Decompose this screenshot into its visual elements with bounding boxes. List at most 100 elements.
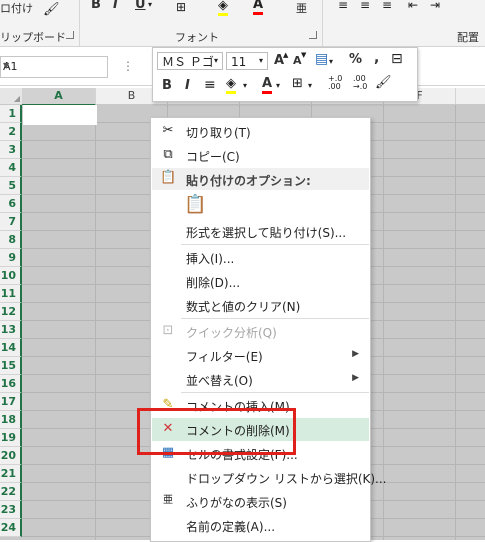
row-header-20[interactable]: 20: [0, 447, 22, 465]
row-header-22[interactable]: 22: [0, 483, 22, 501]
menu-item-delete[interactable]: 削除(D)...: [152, 270, 369, 293]
row-header-12[interactable]: 12: [0, 303, 22, 321]
increase-indent-icon[interactable]: ⇥: [430, 0, 440, 12]
menu-item-show-phonetic[interactable]: 亜 ふりがなの表示(S): [152, 490, 369, 513]
row-header-19[interactable]: 19: [0, 429, 22, 447]
menu-item-label: ふりがなの表示(S): [186, 496, 287, 510]
row-header-10[interactable]: 10: [0, 267, 22, 285]
fill-dropdown-icon[interactable]: ▾: [243, 81, 247, 90]
row-header-2[interactable]: 2: [0, 123, 22, 141]
menu-item-label: 並べ替え(O): [186, 374, 253, 388]
row-header-17[interactable]: 17: [0, 393, 22, 411]
row-header-14[interactable]: 14: [0, 339, 22, 357]
chevron-down-icon[interactable]: ▼: [3, 61, 103, 70]
fill-color-icon[interactable]: ◈: [226, 76, 236, 94]
phonetic-icon: 亜: [163, 495, 173, 506]
menu-item-sort[interactable]: 並べ替え(O) ▶: [152, 368, 369, 391]
row-header-5[interactable]: 5: [0, 177, 22, 195]
menu-item-filter[interactable]: フィルター(E) ▶: [152, 344, 369, 367]
menu-item-label: 削除(D)...: [186, 276, 241, 290]
menu-separator: [181, 318, 369, 319]
menu-item-define-name[interactable]: 名前の定義(A)...: [152, 514, 369, 537]
paste-options-header: 📋 貼り付けのオプション:: [152, 168, 369, 190]
fill-color-icon[interactable]: ◈: [218, 0, 228, 16]
percent-button[interactable]: %: [349, 52, 362, 67]
row-header-3[interactable]: 3: [0, 141, 22, 159]
menu-separator: [181, 392, 369, 393]
row-header-7[interactable]: 7: [0, 213, 22, 231]
font-color-dropdown-icon[interactable]: ▾: [276, 81, 280, 90]
menu-item-quick-analysis[interactable]: ⊡ クイック分析(Q): [152, 320, 369, 343]
menu-item-label: コピー(C): [186, 150, 240, 164]
italic-button[interactable]: I: [113, 0, 118, 12]
copy-icon: ⧉: [163, 147, 173, 162]
menu-item-label: 形式を選択して貼り付け(S)...: [186, 226, 347, 240]
more-options-icon[interactable]: ⋮: [122, 59, 134, 73]
name-box[interactable]: A1 ▼: [0, 56, 108, 78]
phonetic-icon[interactable]: 亜: [296, 0, 307, 16]
column-header-a[interactable]: A: [22, 88, 96, 106]
border-icon[interactable]: ⊞: [176, 0, 186, 14]
row-header-8[interactable]: 8: [0, 231, 22, 249]
font-group-label: フォント: [175, 31, 219, 44]
clipboard-group-label: リップボード: [0, 31, 66, 44]
paste-label[interactable]: ロ付け: [0, 0, 33, 16]
select-all-button[interactable]: ◢: [0, 88, 22, 104]
menu-item-label: 挿入(I)...: [186, 252, 235, 266]
row-header-23[interactable]: 23: [0, 501, 22, 519]
font-name-dropdown-icon[interactable]: ▾: [214, 56, 218, 65]
row-header-6[interactable]: 6: [0, 195, 22, 213]
bold-button[interactable]: B: [91, 0, 101, 12]
decrease-decimal-icon[interactable]: .00 →.0: [353, 75, 367, 91]
menu-item-pick-from-list[interactable]: ドロップダウン リストから選択(K)...: [152, 466, 387, 489]
menu-item-label: 数式と値のクリア(N): [186, 300, 301, 314]
align-center-icon[interactable]: ≡: [360, 0, 370, 12]
alignment-group-label: 配置: [457, 31, 479, 44]
number-format-dropdown-icon[interactable]: ▾: [329, 57, 333, 66]
border-icon[interactable]: ⊞: [292, 76, 303, 91]
font-color-icon[interactable]: A: [253, 0, 264, 15]
row-header-21[interactable]: 21: [0, 465, 22, 483]
row-header-11[interactable]: 11: [0, 285, 22, 303]
ribbon: ロ付け 🖌 リップボード B I U ▾ ⊞ ◈ A フォント 亜 ≡ ≡ ≡ …: [0, 0, 485, 47]
font-color-button[interactable]: A: [262, 76, 273, 94]
row-header-15[interactable]: 15: [0, 357, 22, 375]
row-header-13[interactable]: 13: [0, 321, 22, 339]
align-left-icon[interactable]: ≡: [338, 0, 348, 12]
menu-separator: [181, 244, 369, 245]
comma-button[interactable]: ,: [374, 50, 379, 66]
font-launcher-icon[interactable]: [309, 31, 317, 39]
decrease-indent-icon[interactable]: ⇤: [408, 0, 418, 12]
font-size-dropdown-icon[interactable]: ▾: [259, 56, 263, 65]
menu-item-cut[interactable]: ✂ 切り取り(T): [152, 120, 369, 143]
menu-item-clear-contents[interactable]: 数式と値のクリア(N): [152, 294, 369, 317]
quick-analysis-icon: ⊡: [162, 323, 174, 338]
menu-item-paste-special[interactable]: 形式を選択して貼り付け(S)...: [152, 220, 369, 243]
row-header-24[interactable]: 24: [0, 519, 22, 537]
menu-item-copy[interactable]: ⧉ コピー(C): [152, 144, 369, 167]
row-header-18[interactable]: 18: [0, 411, 22, 429]
align-icon[interactable]: ≡: [204, 77, 216, 93]
align-right-icon[interactable]: ≡: [382, 0, 392, 12]
active-cell-a1[interactable]: [23, 105, 97, 125]
row-header-16[interactable]: 16: [0, 375, 22, 393]
clipboard-launcher-icon[interactable]: [66, 31, 74, 39]
italic-button[interactable]: I: [185, 78, 190, 93]
paste-option-button[interactable]: 📋: [182, 192, 208, 220]
bold-button[interactable]: B: [162, 78, 172, 93]
menu-item-insert[interactable]: 挿入(I)...: [152, 246, 369, 269]
row-header-9[interactable]: 9: [0, 249, 22, 267]
row-header-4[interactable]: 4: [0, 159, 22, 177]
underline-dropdown-icon[interactable]: ▾: [148, 0, 152, 9]
increase-decimal-icon[interactable]: +.0.00: [328, 75, 342, 91]
submenu-arrow-icon: ▶: [352, 373, 359, 383]
number-format-icon[interactable]: ▤: [315, 51, 328, 67]
paste-icon: 📋: [184, 194, 207, 215]
underline-button[interactable]: U: [135, 0, 146, 12]
format-painter-icon[interactable]: 🖌: [43, 2, 60, 17]
mini-toolbar: ＭＳ Ｐゴ ▾ 11 ▾ A ▲ A ▼ ▤ ▾ % , ⊟ B I ≡ ◈ ▾…: [152, 47, 418, 102]
merge-cells-icon[interactable]: ⊟: [391, 51, 403, 67]
row-header-1[interactable]: 1: [0, 105, 22, 123]
format-painter-icon[interactable]: 🖌: [375, 75, 392, 90]
border-dropdown-icon[interactable]: ▾: [308, 81, 312, 90]
